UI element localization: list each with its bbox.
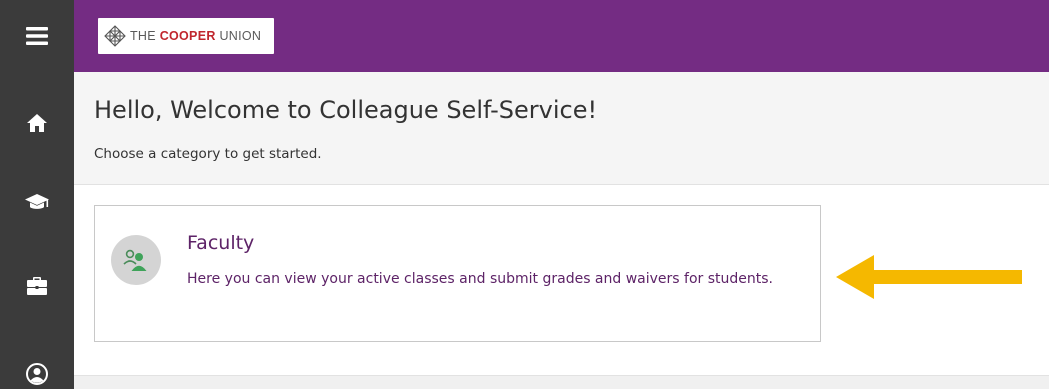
sidebar [0, 0, 74, 389]
arrow-left-icon [836, 255, 1022, 299]
category-description: Here you can view your active classes an… [187, 271, 774, 287]
home-button[interactable] [0, 93, 74, 153]
top-bar: THE COOPER UNION [74, 0, 1049, 72]
graduation-cap-icon [25, 194, 49, 209]
cooper-union-logo[interactable]: THE COOPER UNION [98, 18, 274, 54]
welcome-panel: Hello, Welcome to Colleague Self-Service… [74, 72, 1049, 185]
menu-button[interactable] [0, 6, 74, 66]
logo-wordmark: THE COOPER UNION [130, 29, 262, 43]
faculty-icon-badge [111, 235, 161, 285]
home-icon [27, 114, 47, 132]
category-title: Faculty [187, 232, 255, 254]
employee-button[interactable] [0, 256, 74, 316]
user-circle-icon [26, 363, 48, 385]
faculty-icon [123, 249, 147, 271]
menu-icon [26, 27, 48, 45]
footer-strip [74, 375, 1049, 389]
student-button[interactable] [0, 172, 74, 232]
page-subtitle: Choose a category to get started. [94, 146, 322, 162]
page-title: Hello, Welcome to Colleague Self-Service… [94, 96, 598, 124]
cooper-union-emblem-icon [104, 25, 126, 47]
category-card-faculty[interactable]: Faculty Here you can view your active cl… [94, 205, 821, 342]
briefcase-icon [27, 277, 47, 295]
user-button[interactable] [0, 344, 74, 389]
